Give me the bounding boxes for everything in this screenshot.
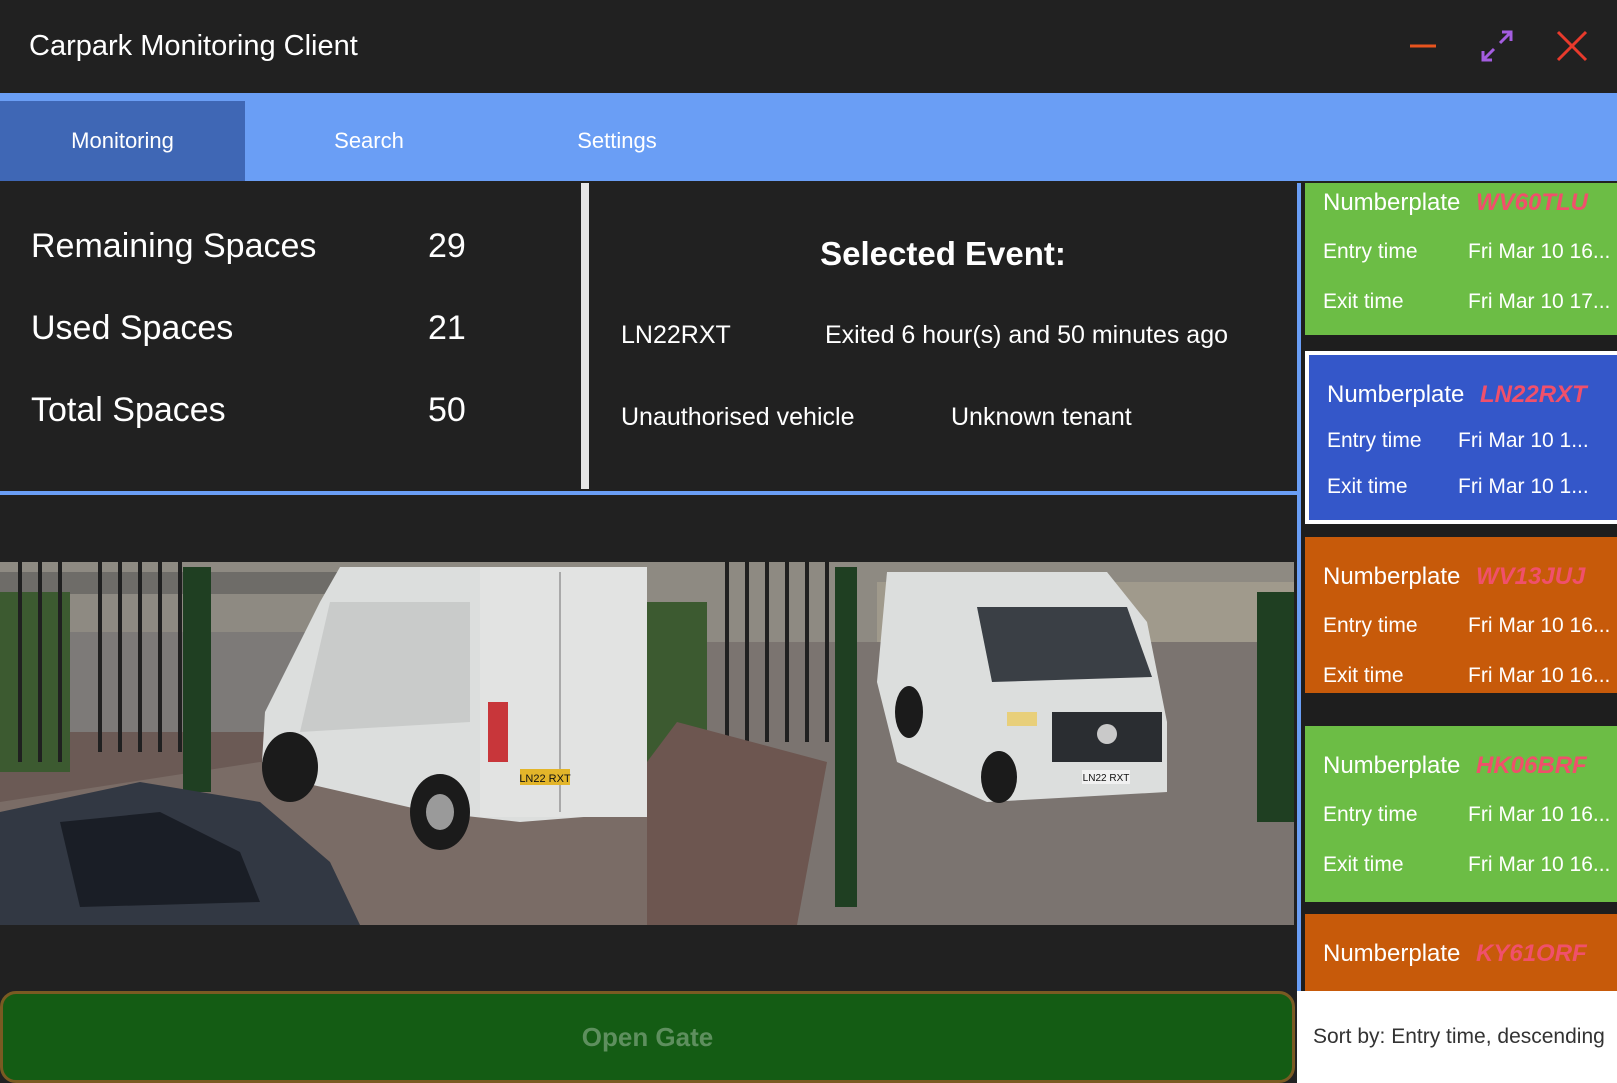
section-divider — [0, 491, 1297, 495]
total-spaces-label: Total Spaces — [31, 391, 226, 429]
total-spaces-value: 50 — [428, 391, 466, 429]
exit-time-value: Fri Mar 10 16... — [1468, 853, 1611, 876]
exit-time-value: Fri Mar 10 16... — [1468, 664, 1611, 687]
exit-time-label: Exit time — [1327, 475, 1408, 498]
numberplate-label: Numberplate — [1323, 189, 1461, 216]
open-gate-button[interactable]: Open Gate — [0, 991, 1295, 1083]
close-button[interactable] — [1544, 18, 1600, 74]
minimize-button[interactable] — [1395, 18, 1451, 74]
maximize-icon — [1481, 30, 1513, 62]
used-spaces-value: 21 — [428, 309, 466, 347]
numberplate-value: LN22RXT — [1480, 381, 1587, 408]
event-list[interactable]: Numberplate WV60TLU Entry time Fri Mar 1… — [1297, 183, 1617, 991]
entry-time-value: Fri Mar 10 16... — [1468, 614, 1611, 637]
window-title: Carpark Monitoring Client — [29, 30, 358, 62]
selected-event-authorisation: Unauthorised vehicle — [621, 403, 855, 431]
panel-divider — [581, 183, 589, 489]
exit-time-label: Exit time — [1323, 290, 1404, 313]
tab-settings[interactable]: Settings — [493, 101, 741, 181]
event-card-selected[interactable]: Numberplate LN22RXT Entry time Fri Mar 1… — [1305, 351, 1617, 524]
space-stats-panel: Remaining Spaces 29 Used Spaces 21 Total… — [0, 183, 581, 488]
event-card[interactable]: Numberplate KY61ORF — [1305, 914, 1617, 991]
numberplate-label: Numberplate — [1323, 940, 1461, 967]
tab-monitoring[interactable]: Monitoring — [0, 101, 245, 181]
entry-time-value: Fri Mar 10 16... — [1468, 803, 1611, 826]
exit-time-label: Exit time — [1323, 853, 1404, 876]
numberplate-value: KY61ORF — [1476, 940, 1587, 967]
numberplate-label: Numberplate — [1327, 381, 1465, 408]
numberplate-value: WV13JUJ — [1476, 563, 1586, 590]
selected-event-plate: LN22RXT — [621, 321, 731, 349]
remaining-spaces-value: 29 — [428, 227, 466, 265]
tab-bar: Monitoring Search Settings — [0, 93, 1617, 181]
exit-time-value: Fri Mar 10 17... — [1468, 290, 1611, 313]
numberplate-label: Numberplate — [1323, 563, 1461, 590]
close-icon — [1556, 30, 1588, 62]
minimize-icon — [1410, 44, 1436, 48]
title-bar: Carpark Monitoring Client — [0, 0, 1617, 93]
entry-time-label: Entry time — [1323, 240, 1418, 263]
rear-plate-text: LN22 RXT — [519, 773, 571, 785]
entry-time-label: Entry time — [1327, 429, 1422, 452]
entry-time-value: Fri Mar 10 1... — [1458, 429, 1589, 452]
numberplate-value: HK06BRF — [1476, 752, 1587, 779]
entry-time-label: Entry time — [1323, 803, 1418, 826]
entry-time-value: Fri Mar 10 16... — [1468, 240, 1611, 263]
maximize-button[interactable] — [1469, 18, 1525, 74]
used-spaces-label: Used Spaces — [31, 309, 234, 347]
selected-event-status: Exited 6 hour(s) and 50 minutes ago — [825, 321, 1229, 349]
event-card[interactable]: Numberplate HK06BRF Entry time Fri Mar 1… — [1305, 726, 1617, 902]
selected-event-panel: Selected Event: LN22RXT Exited 6 hour(s)… — [589, 183, 1297, 488]
event-card[interactable]: Numberplate WV13JUJ Entry time Fri Mar 1… — [1305, 537, 1617, 693]
sort-selector[interactable]: Sort by: Entry time, descending — [1297, 991, 1617, 1083]
selected-event-heading: Selected Event: — [820, 235, 1066, 272]
tab-search[interactable]: Search — [245, 101, 493, 181]
event-card[interactable]: Numberplate WV60TLU Entry time Fri Mar 1… — [1305, 183, 1617, 335]
exit-time-value: Fri Mar 10 1... — [1458, 475, 1589, 498]
exit-time-label: Exit time — [1323, 664, 1404, 687]
numberplate-value: WV60TLU — [1476, 189, 1589, 216]
entry-time-label: Entry time — [1323, 614, 1418, 637]
app-window: Carpark Monitoring Client Monitoring Sea… — [0, 0, 1617, 1083]
remaining-spaces-label: Remaining Spaces — [31, 227, 317, 265]
camera-image-front: LN22 RXT — [647, 562, 1294, 925]
selected-event-tenant: Unknown tenant — [951, 403, 1132, 431]
numberplate-label: Numberplate — [1323, 752, 1461, 779]
front-plate-text: LN22 RXT — [1083, 773, 1130, 784]
camera-image-rear: LN22 RXT — [0, 562, 647, 925]
